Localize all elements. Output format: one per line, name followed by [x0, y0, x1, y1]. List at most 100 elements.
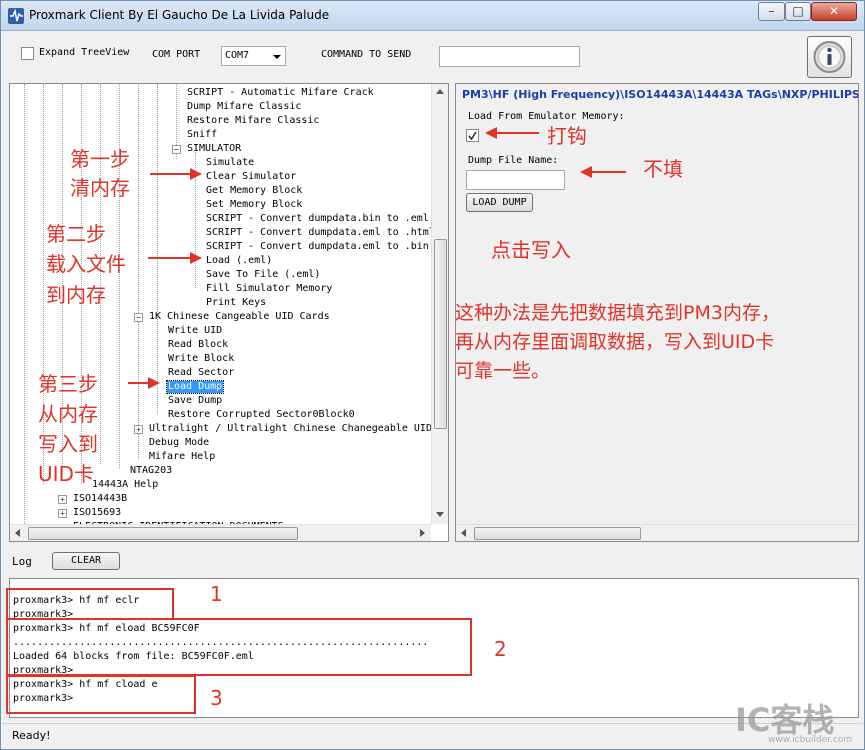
tree-item-simulator[interactable]: SIMULATOR: [187, 143, 241, 155]
expand-icon[interactable]: +: [58, 509, 67, 518]
log-label: Log: [12, 555, 32, 568]
tree-item[interactable]: Get Memory Block: [206, 185, 302, 197]
tree-item[interactable]: Dump Mifare Classic: [187, 101, 301, 113]
status-bar: Ready!: [2, 723, 863, 749]
tree-item[interactable]: Restore Corrupted Sector0Block0: [168, 409, 355, 421]
annotation-box-label-1: 1: [210, 582, 223, 606]
command-input[interactable]: [439, 46, 580, 67]
annotation-step2-title: 第二步: [46, 222, 106, 246]
annotation-arrow: [580, 166, 626, 178]
detail-horizontal-scrollbar[interactable]: [456, 524, 858, 541]
annotation-step3-text: 写入到: [38, 432, 98, 456]
tree-item[interactable]: SCRIPT - Convert dumpdata.eml to .html: [206, 227, 435, 239]
command-path-title: PM3\HF (High Frequency)\ISO14443A\14443A…: [462, 88, 858, 101]
watermark-url: www.icbuilder.com: [768, 735, 853, 745]
tree-guide-line: [138, 84, 139, 459]
collapse-icon[interactable]: −: [134, 313, 143, 322]
expand-treeview-checkbox[interactable]: [21, 47, 34, 60]
tree-item[interactable]: Save To File (.eml): [206, 269, 320, 281]
annotation-arrow: [128, 377, 160, 389]
annotation-step1-text: 清内存: [70, 176, 130, 200]
tree-item[interactable]: Set Memory Block: [206, 199, 302, 211]
close-button[interactable]: ✕: [811, 2, 857, 21]
scroll-left-icon[interactable]: [461, 529, 466, 537]
tree-item[interactable]: Ultralight / Ultralight Chinese Chanegea…: [149, 423, 432, 435]
annotation-note: 可靠一些。: [455, 360, 551, 382]
tree-item[interactable]: SCRIPT - Automatic Mifare Crack: [187, 87, 374, 99]
scroll-down-icon[interactable]: [436, 512, 444, 517]
annotation-step1-title: 第一步: [70, 147, 130, 171]
tree-item[interactable]: Restore Mifare Classic: [187, 115, 319, 127]
expand-icon[interactable]: +: [134, 425, 143, 434]
annotation-click-write: 点击写入: [491, 238, 571, 262]
expand-treeview-label: Expand TreeView: [39, 47, 130, 58]
scroll-thumb[interactable]: [434, 239, 447, 429]
annotation-box-3: [6, 675, 196, 714]
tree-item[interactable]: Print Keys: [206, 297, 266, 309]
tree-item[interactable]: Mifare Help: [149, 451, 215, 463]
com-port-label: COM PORT: [152, 49, 201, 60]
tree-item[interactable]: Save Dump: [168, 395, 222, 407]
window-title: Proxmark Client By El Gaucho De La Livid…: [29, 8, 330, 22]
scroll-thumb[interactable]: [28, 527, 298, 540]
annotation-no-fill: 不填: [643, 157, 683, 181]
load-dump-button[interactable]: LOAD DUMP: [466, 193, 533, 212]
status-text: Ready!: [12, 729, 51, 742]
load-emulator-checkbox[interactable]: [466, 129, 479, 142]
annotation-arrow: [148, 252, 202, 264]
tree-guide-line: [24, 84, 25, 524]
annotation-step3-text: 从内存: [38, 402, 98, 426]
tree-item[interactable]: Write Block: [168, 353, 234, 365]
scroll-left-icon[interactable]: [15, 529, 20, 537]
tree-item[interactable]: Read Block: [168, 339, 228, 351]
tree-item-chinese-uid[interactable]: 1K Chinese Cangeable UID Cards: [149, 311, 330, 323]
tree-item[interactable]: Write UID: [168, 325, 222, 337]
tree-item-clear-simulator[interactable]: Clear Simulator: [206, 171, 296, 183]
tree-horizontal-scrollbar[interactable]: [10, 524, 431, 541]
annotation-step2-text: 到内存: [46, 283, 106, 307]
collapse-icon[interactable]: −: [172, 145, 181, 154]
annotation-step2-text: 载入文件: [46, 252, 126, 276]
annotation-step3-title: 第三步: [38, 372, 98, 396]
minimize-button[interactable]: –: [758, 2, 785, 21]
com-port-select[interactable]: COM7: [221, 46, 286, 66]
tree-item[interactable]: Read Sector: [168, 367, 234, 379]
scroll-thumb[interactable]: [474, 527, 641, 540]
annotation-box-1: [6, 588, 174, 620]
chevron-down-icon: [273, 55, 281, 59]
annotation-check: 打钩: [547, 124, 587, 148]
scroll-right-icon[interactable]: [420, 529, 425, 537]
tree-item[interactable]: Simulate: [206, 157, 254, 169]
tree-item[interactable]: SCRIPT - Convert dumpdata.eml to .bin: [206, 241, 429, 253]
tree-item[interactable]: SCRIPT - Convert dumpdata.bin to .eml: [206, 213, 429, 225]
tree-guide-line: [157, 84, 158, 414]
annotation-arrow: [150, 168, 202, 180]
com-port-value: COM7: [225, 50, 250, 61]
tree-item[interactable]: ISO15693: [73, 507, 121, 519]
annotation-box-label-2: 2: [494, 637, 507, 661]
toolbar: Expand TreeView COM PORT COM7 COMMAND TO…: [2, 32, 863, 82]
scroll-up-icon[interactable]: [436, 89, 444, 94]
annotation-step3-text: UID卡: [38, 462, 94, 486]
info-icon: [813, 41, 846, 73]
expand-icon[interactable]: +: [58, 495, 67, 504]
annotation-note: 再从内存里面调取数据，写入到UID卡: [455, 331, 775, 353]
dump-file-input[interactable]: [466, 170, 565, 190]
annotation-note: 这种办法是先把数据填充到PM3内存，: [455, 302, 780, 324]
checkmark-icon: [468, 131, 477, 141]
tree-vertical-scrollbar[interactable]: [431, 84, 448, 524]
tree-item[interactable]: Sniff: [187, 129, 217, 141]
info-button[interactable]: [807, 36, 852, 78]
maximize-button[interactable]: □: [785, 2, 811, 21]
annotation-arrow: [485, 127, 539, 139]
tree-item[interactable]: Fill Simulator Memory: [206, 283, 332, 295]
tree-item[interactable]: NTAG203: [130, 465, 172, 477]
annotation-box-label-3: 3: [210, 686, 223, 710]
clear-log-button[interactable]: CLEAR: [52, 552, 120, 570]
tree-item-load-eml[interactable]: Load (.eml): [206, 255, 272, 267]
tree-item[interactable]: 14443A Help: [92, 479, 158, 491]
tree-item[interactable]: ISO14443B: [73, 493, 127, 505]
tree-item-load-dump-selected[interactable]: Load Dump: [165, 380, 225, 394]
proxmark-app-icon: [8, 8, 24, 24]
tree-item[interactable]: Debug Mode: [149, 437, 209, 449]
